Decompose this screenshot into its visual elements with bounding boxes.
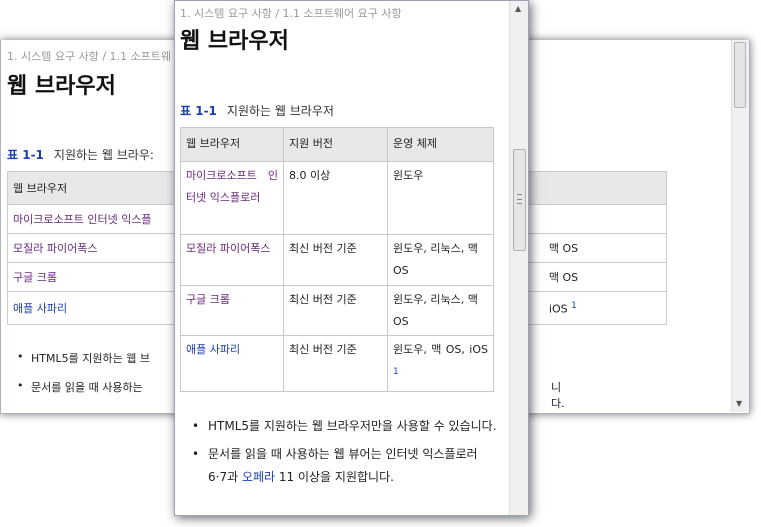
back-page-title: 웹 브라우저	[7, 74, 116, 99]
footnote-link[interactable]: 1	[393, 367, 399, 377]
back-table-caption: 표 1-1 지원하는 웹 브라우:	[7, 146, 154, 163]
back-table-row-ie[interactable]: 마이크로소프트 인터넷 익스플	[7, 204, 189, 234]
table-header-version: 지원 버전	[283, 127, 388, 162]
back-note-item: HTML5를 지원하는 웹 브	[17, 350, 150, 379]
version-cell: 최신 버전 기준	[283, 285, 388, 336]
table-caption-label: 표 1-1	[180, 104, 217, 118]
scroll-up-arrow-icon[interactable]: ▲	[515, 4, 521, 13]
back-scrollbar-thumb[interactable]	[734, 42, 746, 108]
notes-list: HTML5를 지원하는 웹 브라우저만을 사용할 수 있습니다. 문서를 읽을 …	[190, 415, 500, 494]
browser-link-ie[interactable]: 마이크로소프트 인터넷 익스플로러	[180, 161, 284, 235]
version-cell: 최신 버전 기준	[283, 234, 388, 286]
os-cell: 윈도우	[387, 161, 494, 235]
grip-icon	[517, 194, 522, 204]
back-table-row-firefox[interactable]: 모질라 파이어폭스	[7, 233, 189, 263]
browser-link-chrome[interactable]: 구글 크롬	[180, 285, 284, 336]
browser-link-safari[interactable]: 애플 사파리	[180, 335, 284, 392]
back-table-caption-text: 지원하는 웹 브라우:	[53, 148, 154, 162]
os-cell: 윈도우, 맥 OS, iOS 1	[387, 335, 494, 392]
back-table-header: 웹 브라우저	[7, 171, 189, 205]
scroll-down-arrow-icon[interactable]: ▼	[736, 399, 742, 408]
table-row: 구글 크롬 최신 버전 기준 윈도우, 리눅스, 맥 OS	[180, 285, 494, 336]
back-vertical-scrollbar[interactable]: ▼	[731, 40, 749, 412]
table-row: 애플 사파리 최신 버전 기준 윈도우, 맥 OS, iOS 1	[180, 335, 494, 392]
scrollbar-thumb[interactable]	[513, 149, 526, 251]
opera-link[interactable]: 오페라	[242, 470, 275, 484]
os-cell: 윈도우, 리눅스, 맥 OS	[387, 234, 494, 286]
browser-support-table: 웹 브라우저 지원 버전 운영 체제 마이크로소프트 인터넷 익스플로러 8.0…	[180, 127, 494, 392]
document-content: 1. 시스템 요구 사항 / 1.1 소프트웨어 요구 사항 웹 브라우저 표 …	[180, 1, 508, 515]
back-breadcrumb: 1. 시스템 요구 사항 / 1.1 소프트웨	[7, 50, 171, 63]
os-cell: 윈도우, 리눅스, 맥 OS	[387, 285, 494, 336]
table-row: 모질라 파이어폭스 최신 버전 기준 윈도우, 리눅스, 맥 OS	[180, 234, 494, 286]
browser-link-firefox[interactable]: 모질라 파이어폭스	[180, 234, 284, 286]
table-caption-text: 지원하는 웹 브라우저	[226, 104, 334, 118]
version-cell: 최신 버전 기준	[283, 335, 388, 392]
page-title: 웹 브라우저	[180, 29, 289, 54]
note-item: 문서를 읽을 때 사용하는 웹 뷰어는 인터넷 익스플로러 6·7과 오페라 1…	[190, 443, 500, 489]
back-note-item: 문서를 읽을 때 사용하는니다.	[17, 379, 565, 410]
back-table-row-chrome[interactable]: 구글 크롬	[7, 262, 189, 292]
back-table-row-safari[interactable]: 애플 사파리	[7, 291, 189, 325]
note-item: HTML5를 지원하는 웹 브라우저만을 사용할 수 있습니다.	[190, 415, 500, 438]
vertical-scrollbar[interactable]: ▲	[509, 1, 528, 515]
breadcrumb: 1. 시스템 요구 사항 / 1.1 소프트웨어 요구 사항	[180, 7, 402, 20]
back-table-caption-label: 표 1-1	[7, 148, 44, 162]
table-caption: 표 1-1 지원하는 웹 브라우저	[180, 102, 334, 119]
version-cell: 8.0 이상	[283, 161, 388, 235]
table-header-browser: 웹 브라우저	[180, 127, 284, 162]
back-notes-list: HTML5를 지원하는 웹 브 문서를 읽을 때 사용하는니다.	[17, 350, 565, 410]
back-footnote-link[interactable]: 1	[571, 301, 577, 311]
front-browser-window: 1. 시스템 요구 사항 / 1.1 소프트웨어 요구 사항 웹 브라우저 표 …	[174, 0, 529, 516]
back-note-tail: 니다.	[551, 381, 565, 410]
table-header-os: 운영 체제	[387, 127, 494, 162]
table-row: 마이크로소프트 인터넷 익스플로러 8.0 이상 윈도우	[180, 161, 494, 235]
